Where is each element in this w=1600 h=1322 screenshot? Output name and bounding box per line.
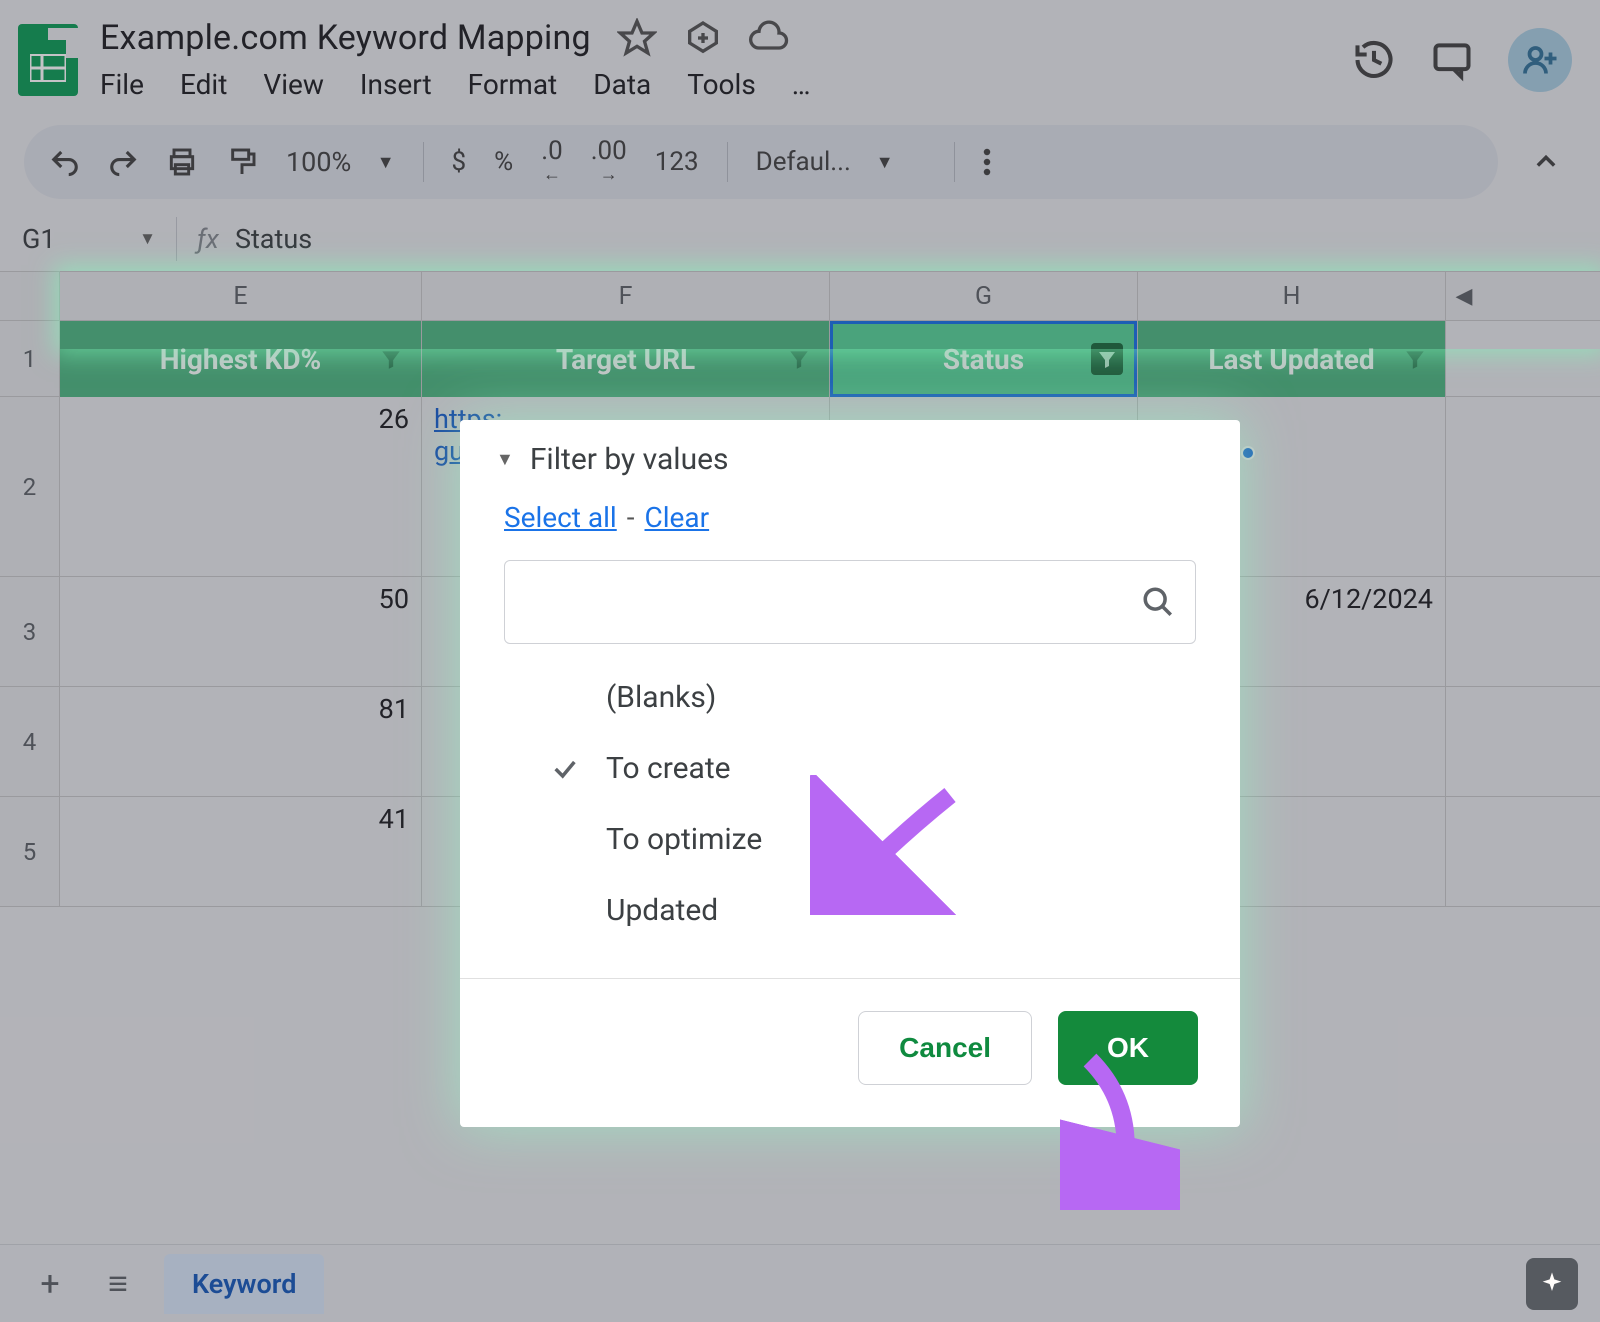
format-123-button[interactable]: 123 [655,147,699,177]
column-header-F[interactable]: F [422,272,830,320]
ok-button[interactable]: OK [1058,1011,1198,1085]
toolbar: 100% ▼ $ % .0← .00→ 123 Defaul... ▼ [24,125,1498,199]
check-icon [548,755,582,783]
header-cell[interactable]: Target URL [422,321,830,397]
menu-tools[interactable]: Tools [687,68,756,101]
filter-option[interactable]: To optimize [496,804,1204,875]
star-icon[interactable] [617,18,657,58]
comment-icon[interactable] [1430,38,1474,82]
filter-option[interactable]: To create [496,733,1204,804]
percent-button[interactable]: % [494,147,513,177]
menu-view[interactable]: View [263,68,324,101]
history-icon[interactable] [1352,38,1396,82]
cancel-button[interactable]: Cancel [858,1011,1032,1085]
filter-panel: ▼ Filter by values Select all - Clear (B… [460,420,1240,1127]
sheet-bar: + ≡ Keyword [0,1244,1600,1322]
share-button[interactable] [1508,28,1572,92]
menu-insert[interactable]: Insert [360,68,432,101]
menu-data[interactable]: Data [593,68,651,101]
filter-search-input[interactable] [504,560,1196,644]
cell[interactable]: 50 [60,577,422,686]
all-sheets-button[interactable]: ≡ [96,1262,140,1306]
filter-option[interactable]: (Blanks) [496,662,1204,733]
filter-icon[interactable] [783,343,815,375]
explore-button[interactable] [1526,1258,1578,1310]
move-icon[interactable] [683,18,723,58]
row-number[interactable]: 1 [0,321,60,396]
name-box[interactable]: G1▼ [8,223,176,255]
header-cell-selected[interactable]: Status [830,321,1138,397]
formula-bar[interactable]: Status [235,223,312,255]
row-number[interactable]: 3 [0,577,60,686]
selection-handle[interactable] [1241,446,1255,460]
header-cell[interactable]: Highest KD% [60,321,422,397]
decrease-decimal-button[interactable]: .0← [541,141,562,182]
scroll-left-icon[interactable]: ◀ [1446,272,1482,320]
clear-link[interactable]: Clear [645,501,710,534]
menu-format[interactable]: Format [468,68,558,101]
select-all-corner[interactable] [0,272,60,320]
cell[interactable]: 81 [60,687,422,796]
filter-option[interactable]: Updated [496,875,1204,946]
sheet-tab[interactable]: Keyword [164,1254,324,1314]
menu-edit[interactable]: Edit [180,68,227,101]
column-header-E[interactable]: E [60,272,422,320]
column-header-G[interactable]: G [830,272,1138,320]
currency-button[interactable]: $ [452,147,467,177]
more-toolbar-button[interactable] [983,147,991,177]
filter-icon[interactable] [375,343,407,375]
undo-button[interactable] [50,147,80,177]
paint-format-button[interactable] [226,146,258,178]
filter-title: Filter by values [530,442,729,477]
increase-decimal-button[interactable]: .00→ [591,141,627,182]
search-icon [1141,585,1175,619]
menu-file[interactable]: File [100,68,144,101]
zoom-dropdown[interactable]: 100% ▼ [286,146,395,178]
sheets-app-icon[interactable] [18,24,78,96]
filter-icon[interactable] [1399,343,1431,375]
filter-section-toggle[interactable]: ▼ Filter by values [496,436,1204,495]
row-number[interactable]: 4 [0,687,60,796]
font-dropdown[interactable]: Defaul... ▼ [756,147,926,177]
row-number[interactable]: 2 [0,397,60,576]
column-header-H[interactable]: H [1138,272,1446,320]
select-all-link[interactable]: Select all [504,501,617,534]
cell[interactable]: 41 [60,797,422,906]
filter-icon-active[interactable] [1091,343,1123,375]
header-cell[interactable]: Last Updated [1138,321,1446,397]
document-title[interactable]: Example.com Keyword Mapping [100,18,591,58]
print-button[interactable] [166,146,198,178]
cell[interactable]: 26 [60,397,422,576]
fx-icon: ƒx [197,223,219,255]
collapse-toolbar-button[interactable] [1516,132,1576,192]
cloud-icon[interactable] [749,18,789,58]
chevron-down-icon: ▼ [496,449,514,470]
menu-more[interactable]: … [792,68,811,101]
add-sheet-button[interactable]: + [28,1262,72,1306]
row-number[interactable]: 5 [0,797,60,906]
redo-button[interactable] [108,147,138,177]
